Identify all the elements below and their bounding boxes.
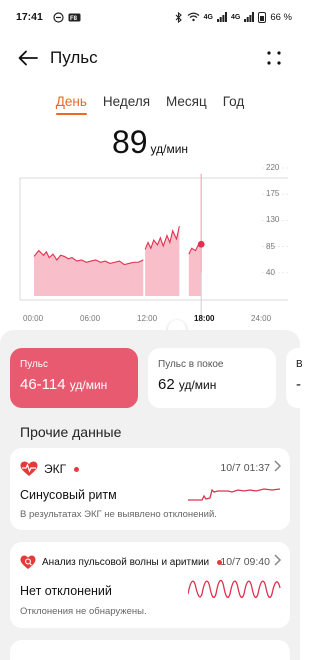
heart-search-icon: [20, 555, 36, 569]
heart-ecg-icon: [20, 461, 38, 476]
y-tick-label: 130: [266, 215, 280, 225]
summary-card-pulse[interactable]: Пульс 46-114 уд/мин: [10, 348, 138, 408]
summary-value: 46-114 уд/мин: [20, 376, 128, 393]
network-label-2: 4G: [231, 13, 241, 21]
pwa-note: Отклонения не обнаружены.: [20, 606, 147, 617]
wifi-icon: [187, 12, 200, 22]
ecg-note: В результатах ЭКГ не выявлено отклонений…: [20, 509, 217, 520]
new-indicator-dot: [74, 466, 80, 472]
ecg-title: ЭКГ: [44, 462, 67, 476]
chart-area-segment: [145, 226, 180, 296]
next-card[interactable]: [10, 640, 290, 660]
y-tick-label: 175: [266, 189, 280, 199]
chevron-right-icon: [274, 554, 282, 566]
summary-number: 46-114: [20, 376, 66, 393]
header: Пульс: [0, 38, 300, 78]
battery-icon: [258, 11, 267, 23]
app-icon: F8: [68, 13, 81, 22]
tab-year[interactable]: Год: [223, 94, 245, 115]
pwa-result: Нет отклонений: [20, 584, 112, 598]
chart-area-segment: [188, 244, 202, 296]
y-tick-label: 220: [266, 163, 280, 172]
pulse-wave-card[interactable]: Анализ пульсовой волны и аритмии 10/7 09…: [10, 542, 290, 628]
ecg-card[interactable]: ЭКГ 10/7 01:37 Синусовый ритм В результа…: [10, 448, 290, 530]
selected-point: [197, 240, 205, 248]
chevron-right-icon: [274, 460, 282, 472]
dnd-icon: [53, 11, 64, 23]
tab-month[interactable]: Месяц: [166, 94, 207, 115]
y-tick-label: 85: [266, 241, 275, 251]
pulse-waveform: [188, 579, 281, 599]
chart-area-segment: [34, 250, 144, 296]
section-title: Прочие данные: [20, 424, 122, 440]
ecg-waveform: [188, 488, 280, 501]
x-tick-label: 00:00: [23, 314, 44, 323]
y-tick-label: 40: [266, 267, 275, 277]
svg-text:F8: F8: [70, 16, 78, 22]
summary-card-resting[interactable]: Пульс в покое 62 уд/мин: [148, 348, 276, 408]
chart-plot[interactable]: [0, 150, 300, 330]
summary-label: Пульс: [20, 359, 49, 370]
bluetooth-icon: [175, 11, 182, 23]
signal-icon-2: [244, 12, 255, 22]
summary-label: Пульс в покое: [158, 359, 224, 370]
battery-level: 66 %: [270, 11, 292, 23]
summary-unit: уд/мин: [178, 378, 217, 392]
x-tick-label: 12:00: [137, 314, 158, 323]
summary-number: 62: [158, 376, 175, 393]
ecg-card-header: ЭКГ: [20, 461, 80, 477]
summary-label: В: [296, 359, 303, 370]
summary-unit: уд/мин: [69, 378, 108, 392]
summary-value: 62 уд/мин: [158, 376, 266, 393]
pwa-title: Анализ пульсовой волны и аритмии: [42, 557, 210, 568]
signal-icon: [217, 12, 227, 22]
period-tabs: День Неделя Месяц Год: [0, 94, 300, 115]
pwa-time: 10/7 09:40: [220, 556, 270, 568]
x-tick-label: 06:00: [80, 314, 101, 323]
tab-day[interactable]: День: [55, 94, 88, 115]
heart-rate-chart[interactable]: 220 175 130 85 40 00:00 06:00 12:00 18:00 24:00: [0, 150, 300, 338]
status-time: 17:41: [16, 11, 43, 23]
pwa-card-header: Анализ пульсовой волны и аритмии: [20, 555, 223, 570]
more-options-icon[interactable]: [266, 50, 282, 66]
summary-card-partial[interactable]: В -: [286, 348, 316, 408]
summary-value: -: [296, 376, 301, 393]
network-label: 4G: [203, 13, 213, 21]
page-title: Пульс: [50, 48, 98, 67]
summary-cards: Пульс 46-114 уд/мин Пульс в покое 62 уд/…: [10, 348, 316, 408]
x-tick-label: 18:00: [194, 314, 215, 323]
tab-week[interactable]: Неделя: [103, 94, 150, 115]
x-tick-label: 24:00: [251, 314, 272, 323]
back-arrow-icon[interactable]: [18, 47, 40, 69]
status-bar: 17:41 F8 4G 4G 66 %: [0, 0, 300, 34]
ecg-result: Синусовый ритм: [20, 488, 117, 502]
ecg-time: 10/7 01:37: [220, 462, 270, 474]
